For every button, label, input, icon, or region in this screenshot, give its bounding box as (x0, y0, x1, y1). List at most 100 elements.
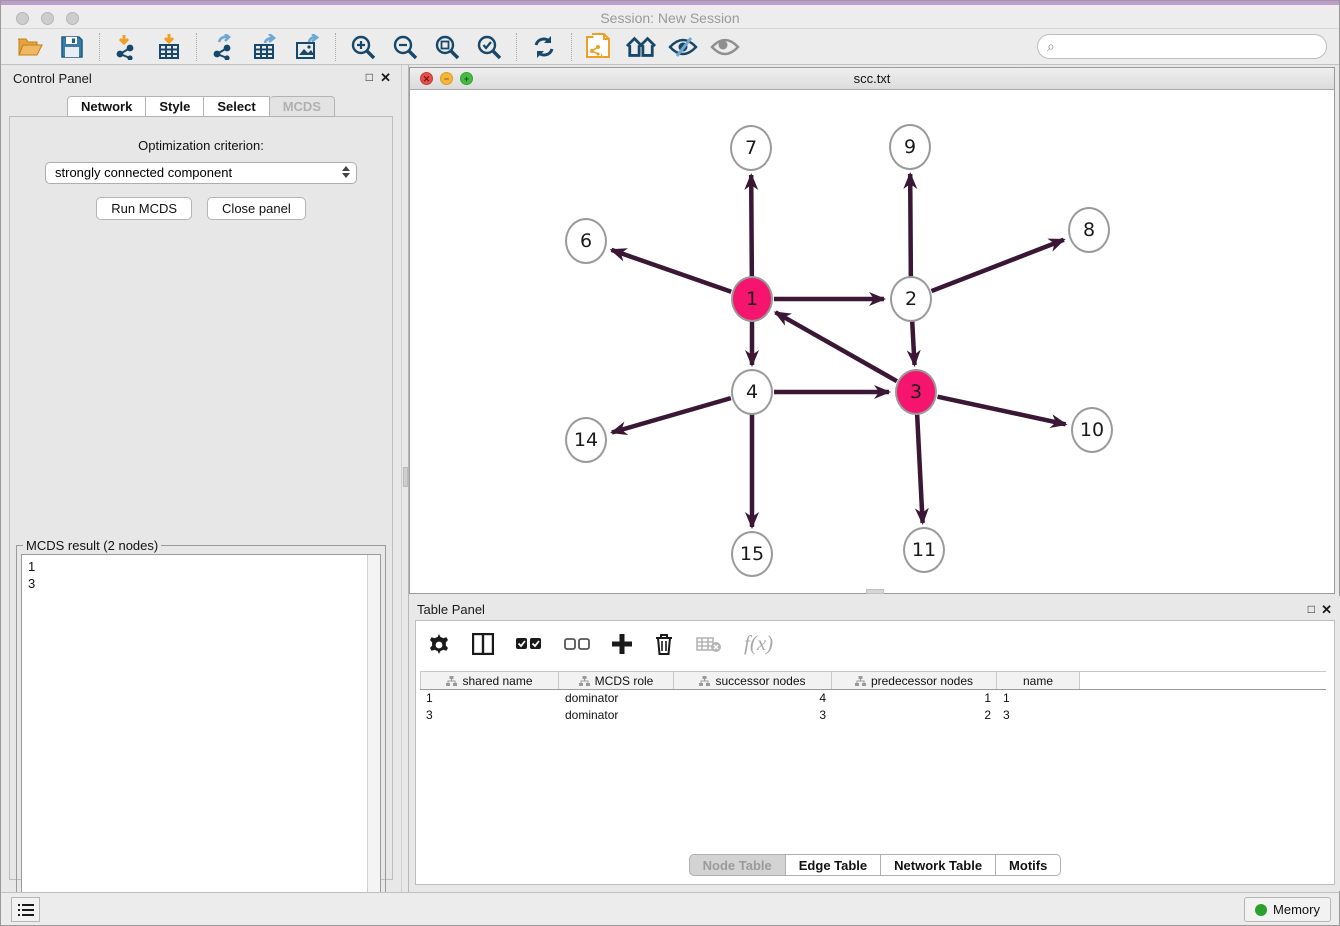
node-table-header: shared name MCDS role successor nodes (420, 671, 1326, 690)
graph-node-1[interactable]: 1 (731, 276, 773, 322)
save-session-icon[interactable] (57, 32, 87, 62)
column-header-shared-name[interactable]: shared name (420, 672, 559, 689)
select-all-icon[interactable] (516, 630, 542, 658)
table-settings-gear-icon[interactable] (428, 630, 450, 658)
table-panel: Table Panel □ ✕ (409, 596, 1340, 891)
close-panel-button[interactable]: Close panel (207, 197, 306, 220)
graph-node-9[interactable]: 9 (889, 124, 931, 170)
zoom-fit-icon[interactable] (432, 32, 462, 62)
table-toolbar: f(x) (416, 621, 1334, 666)
tab-style[interactable]: Style (146, 96, 204, 117)
export-network-icon[interactable] (209, 32, 239, 62)
graph-node-14[interactable]: 14 (565, 417, 607, 463)
close-table-panel-icon[interactable]: ✕ (1321, 602, 1332, 618)
graph-node-4[interactable]: 4 (731, 369, 773, 415)
column-header-name[interactable]: name (997, 672, 1080, 689)
tab-mcds[interactable]: MCDS (270, 96, 335, 117)
column-header-predecessor-nodes[interactable]: predecessor nodes (832, 672, 997, 689)
vertical-splitter[interactable] (401, 65, 409, 894)
graph-node-11[interactable]: 11 (903, 527, 945, 573)
delete-column-trash-icon[interactable] (654, 630, 674, 658)
graph-node-6[interactable]: 6 (565, 218, 607, 264)
graph-edge-1-6[interactable] (611, 250, 731, 292)
splitter-handle[interactable] (403, 467, 408, 487)
graph-edge-3-1[interactable] (775, 312, 896, 381)
task-history-button[interactable] (11, 897, 40, 922)
search-box: ⌕ (1037, 34, 1327, 59)
new-network-from-selection-icon[interactable] (584, 32, 614, 62)
control-panel-header: Control Panel □ ✕ (1, 65, 401, 91)
graph-edge-1-7[interactable] (751, 175, 752, 277)
hide-eye-icon[interactable] (668, 32, 698, 62)
import-table-icon[interactable] (154, 32, 184, 62)
graph-edge-3-11[interactable] (917, 414, 923, 523)
show-eye-icon[interactable] (710, 32, 740, 62)
tab-node-table[interactable]: Node Table (689, 854, 786, 876)
cell-name[interactable]: 1 (997, 690, 1080, 707)
open-session-icon[interactable] (15, 32, 45, 62)
cell-name[interactable]: 3 (997, 707, 1080, 724)
column-view-icon[interactable] (472, 630, 494, 658)
column-header-mcds-role[interactable]: MCDS role (559, 672, 674, 689)
toolbar-separator (516, 33, 517, 61)
delete-table-icon-disabled[interactable] (696, 630, 722, 658)
refresh-icon[interactable] (529, 32, 559, 62)
memory-button[interactable]: Memory (1244, 897, 1331, 922)
cell-shared-name[interactable]: 3 (420, 707, 559, 724)
function-builder-icon-disabled[interactable]: f(x) (744, 630, 773, 658)
graph-node-10[interactable]: 10 (1071, 407, 1113, 453)
optimization-criterion-select[interactable]: strongly connected component (45, 162, 357, 184)
deselect-all-icon[interactable] (564, 630, 590, 658)
control-panel-tabs: Network Style Select MCDS (1, 96, 401, 117)
home-icon[interactable] (626, 32, 656, 62)
search-input[interactable] (1055, 39, 1326, 54)
import-network-icon[interactable] (112, 32, 142, 62)
network-frame: ✕ − + scc.txt 7968124314101511 (409, 67, 1335, 594)
cell-predecessor-nodes[interactable]: 1 (832, 690, 997, 707)
table-row[interactable]: 3 dominator 3 2 3 (420, 707, 1326, 724)
zoom-in-icon[interactable] (348, 32, 378, 62)
zoom-out-icon[interactable] (390, 32, 420, 62)
close-panel-icon[interactable]: ✕ (380, 70, 391, 86)
cell-predecessor-nodes[interactable]: 2 (832, 707, 997, 724)
tab-edge-table[interactable]: Edge Table (786, 854, 881, 876)
graph-edge-2-8[interactable] (932, 240, 1064, 291)
graph-edge-2-3[interactable] (912, 321, 914, 365)
tab-network-table[interactable]: Network Table (881, 854, 996, 876)
mcds-result-area: 1 3 (21, 554, 381, 917)
table-row[interactable]: 1 dominator 4 1 1 (420, 690, 1326, 707)
tab-network[interactable]: Network (67, 96, 146, 117)
graph-edge-2-9[interactable] (910, 174, 911, 277)
export-image-icon[interactable] (293, 32, 323, 62)
mcds-result-text[interactable]: 1 3 (22, 555, 367, 916)
zoom-selected-icon[interactable] (474, 32, 504, 62)
graph-edge-3-10[interactable] (938, 397, 1066, 425)
main-toolbar: ⌕ (1, 29, 1339, 65)
export-table-icon[interactable] (251, 32, 281, 62)
cell-shared-name[interactable]: 1 (420, 690, 559, 707)
graph-node-15[interactable]: 15 (731, 531, 773, 577)
graph-node-3[interactable]: 3 (895, 369, 937, 415)
float-table-panel-icon[interactable]: □ (1308, 602, 1315, 616)
frame-resize-handle[interactable] (866, 589, 884, 594)
memory-label: Memory (1273, 902, 1320, 917)
table-tabs: Node Table Edge Table Network Table Moti… (416, 854, 1334, 876)
graph-edge-4-14[interactable] (612, 398, 731, 432)
network-canvas[interactable]: 7 9 6 8 1 2 4 3 14 10 15 11 (410, 90, 1334, 593)
cell-successor-nodes[interactable]: 3 (674, 707, 832, 724)
tab-motifs[interactable]: Motifs (996, 854, 1061, 876)
app-window: Session: New Session (0, 0, 1340, 926)
add-column-icon[interactable] (612, 630, 632, 658)
float-panel-icon[interactable]: □ (366, 70, 373, 84)
cell-mcds-role[interactable]: dominator (559, 690, 674, 707)
graph-node-7[interactable]: 7 (730, 125, 772, 171)
run-mcds-button[interactable]: Run MCDS (96, 197, 192, 220)
column-header-successor-nodes[interactable]: successor nodes (674, 672, 832, 689)
result-scrollbar[interactable] (367, 555, 380, 916)
cell-successor-nodes[interactable]: 4 (674, 690, 832, 707)
cell-mcds-role[interactable]: dominator (559, 707, 674, 724)
table-panel-title: Table Panel (417, 602, 485, 617)
graph-node-8[interactable]: 8 (1068, 207, 1110, 253)
graph-node-2[interactable]: 2 (890, 276, 932, 322)
tab-select[interactable]: Select (204, 96, 269, 117)
